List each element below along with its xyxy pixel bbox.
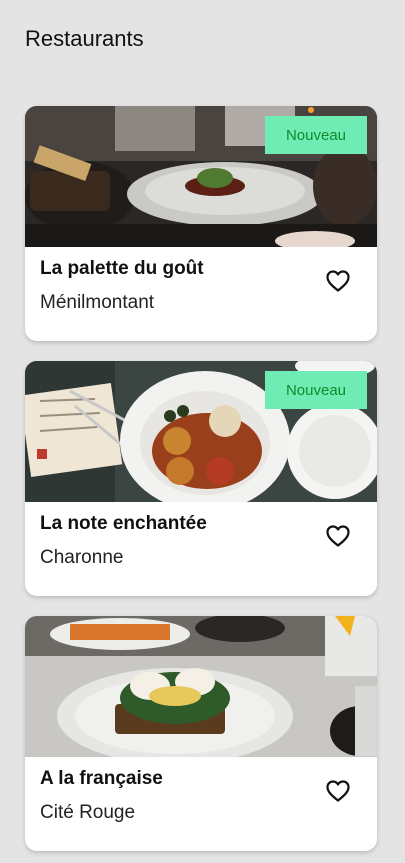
favorite-button[interactable]	[325, 523, 351, 549]
favorite-button[interactable]	[325, 268, 351, 294]
restaurant-photo	[25, 616, 377, 757]
restaurant-area: Cité Rouge	[40, 802, 136, 823]
restaurant-card[interactable]: A la française Cité Rouge	[25, 616, 377, 851]
restaurant-card[interactable]: Nouveau La note enchantée Charonne	[25, 361, 377, 596]
heart-outline-icon	[326, 525, 350, 547]
new-badge: Nouveau	[265, 116, 367, 154]
page-title: Restaurants	[25, 26, 144, 51]
restaurants-page: Restaurants Nouveau La palette du goût M…	[0, 0, 405, 863]
restaurant-name: La palette du goût	[40, 258, 204, 279]
new-badge: Nouveau	[265, 371, 367, 409]
restaurant-area: Ménilmontant	[40, 292, 155, 313]
favorite-button[interactable]	[325, 778, 351, 804]
heart-outline-icon	[326, 780, 350, 802]
restaurant-card[interactable]: Nouveau La palette du goût Ménilmontant	[25, 106, 377, 341]
heart-outline-icon	[326, 270, 350, 292]
restaurant-photo: Nouveau	[25, 106, 377, 247]
restaurant-name: A la française	[40, 768, 163, 789]
restaurant-photo: Nouveau	[25, 361, 377, 502]
restaurant-name: La note enchantée	[40, 513, 207, 534]
restaurant-area: Charonne	[40, 547, 124, 568]
